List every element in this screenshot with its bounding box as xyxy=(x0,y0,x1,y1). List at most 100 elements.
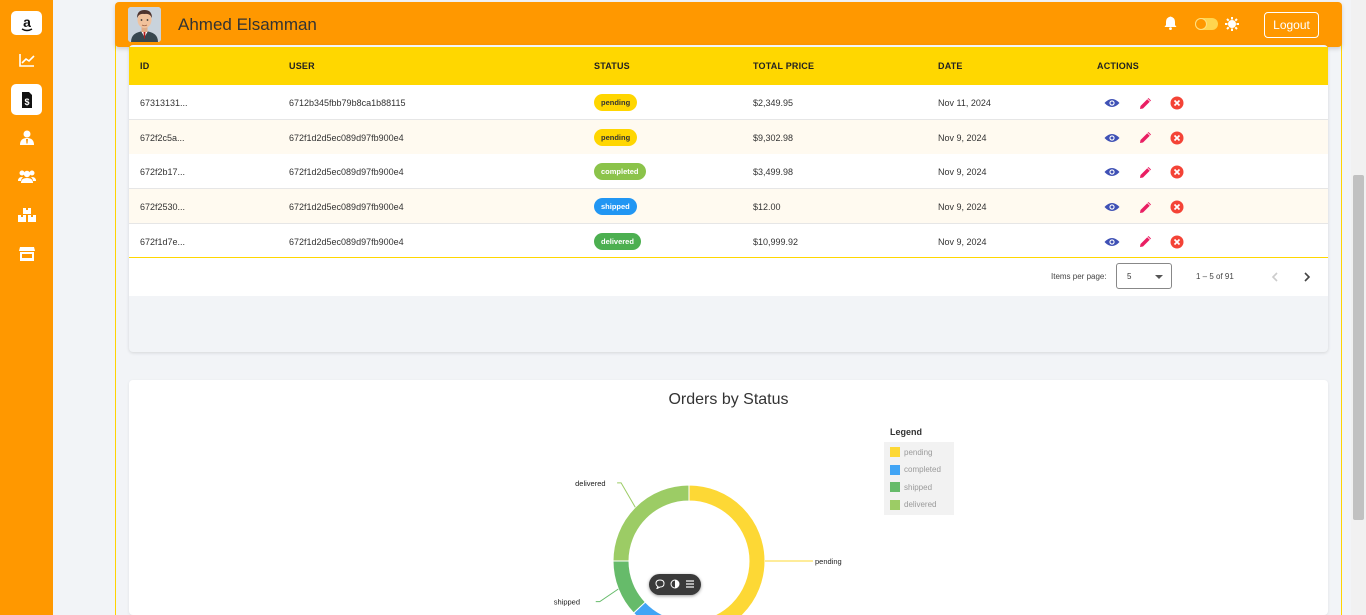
page-range-label: 1 – 5 of 91 xyxy=(1196,272,1234,281)
delete-button[interactable] xyxy=(1169,130,1185,146)
delete-button[interactable] xyxy=(1169,234,1185,250)
delete-button[interactable] xyxy=(1169,95,1185,111)
view-button[interactable] xyxy=(1104,130,1120,146)
close-circle-icon xyxy=(1170,96,1184,110)
table-row[interactable]: 672f2530... 672f1d2d5ec089d97fb900e4 shipp… xyxy=(129,189,1328,225)
legend-item[interactable]: shipped xyxy=(890,482,932,492)
svg-text:a: a xyxy=(23,14,31,30)
legend-item[interactable]: completed xyxy=(890,464,941,475)
theme-toggle[interactable] xyxy=(1195,18,1218,30)
cell-user-id: 672f1d2d5ec089d97fb900e4 xyxy=(289,202,404,213)
column-header-id[interactable]: ID xyxy=(140,61,149,71)
delete-button[interactable] xyxy=(1169,199,1185,215)
sidebar-item-store[interactable] xyxy=(11,238,42,269)
top-header: Ahmed Elsamman Logout xyxy=(115,2,1342,47)
view-button[interactable] xyxy=(1104,95,1120,111)
table-header: ID USER STATUS TOTAL PRICE DATE ACTIONS xyxy=(129,47,1328,85)
view-button[interactable] xyxy=(1104,199,1120,215)
cell-total-price: $9,302.98 xyxy=(753,132,794,143)
sidebar-item-users[interactable] xyxy=(11,160,42,191)
edit-button[interactable] xyxy=(1137,164,1153,180)
table-row[interactable]: 672f1d7e... 672f1d2d5ec089d97fb900e4 deliv… xyxy=(129,223,1328,259)
previous-page-button[interactable] xyxy=(1266,268,1284,286)
sun-icon[interactable] xyxy=(1225,17,1239,36)
paginator: Items per page: 5 1 – 5 of 91 xyxy=(129,258,1328,296)
logout-button[interactable]: Logout xyxy=(1264,12,1319,38)
items-per-page-select[interactable]: 5 xyxy=(1116,263,1172,289)
toggle-knob xyxy=(1195,18,1207,30)
legend: pending completed shipped delivered xyxy=(884,442,954,515)
cell-user-id: 672f1d2d5ec089d97fb900e4 xyxy=(289,236,404,247)
column-header-status[interactable]: STATUS xyxy=(594,61,630,71)
view-button[interactable] xyxy=(1104,234,1120,250)
column-header-actions: ACTIONS xyxy=(1097,61,1139,71)
cell-total-price: $2,349.95 xyxy=(753,98,794,108)
page-scrollbar[interactable] xyxy=(1351,0,1366,615)
cell-user-id: 6712b345fbb79b8ca1b88115 xyxy=(289,98,406,108)
eye-icon xyxy=(1104,133,1120,142)
edit-button[interactable] xyxy=(1137,234,1153,250)
pencil-icon xyxy=(1139,97,1151,109)
amazon-logo[interactable]: a xyxy=(11,11,42,35)
boxes-icon xyxy=(17,207,36,222)
next-page-button[interactable] xyxy=(1298,268,1316,286)
cell-date: Nov 9, 2024 xyxy=(938,132,987,143)
table-row[interactable]: 672f2b17... 672f1d2d5ec089d97fb900e4 compl… xyxy=(129,154,1328,190)
list-icon[interactable] xyxy=(685,579,695,589)
sidebar-item-orders[interactable]: $ xyxy=(11,84,42,115)
cell-date: Nov 9, 2024 xyxy=(938,202,987,213)
sidebar-item-admins[interactable] xyxy=(11,122,42,153)
frame-border-left xyxy=(115,40,116,615)
cell-total-price: $10,999.92 xyxy=(753,236,799,247)
donut-slice-shipped[interactable] xyxy=(612,560,646,614)
cell-order-id: 672f2b17... xyxy=(140,167,186,178)
svg-text:$: $ xyxy=(24,97,29,107)
cell-order-id: 672f2c5a... xyxy=(140,132,185,143)
legend-item[interactable]: pending xyxy=(890,447,932,457)
edit-button[interactable] xyxy=(1137,199,1153,215)
view-button[interactable] xyxy=(1104,164,1120,180)
sidebar-item-analytics[interactable] xyxy=(11,44,42,75)
user-tie-icon xyxy=(19,130,34,145)
pencil-icon xyxy=(1139,201,1151,213)
chevron-right-icon xyxy=(1304,272,1311,282)
frame-border-right xyxy=(1341,40,1342,615)
contrast-icon[interactable] xyxy=(670,579,680,589)
slice-label-shipped: shipped xyxy=(554,598,580,607)
scrollbar-thumb[interactable] xyxy=(1353,175,1364,520)
avatar[interactable] xyxy=(128,7,161,42)
cell-date: Nov 11, 2024 xyxy=(938,98,991,108)
chart-line-icon xyxy=(18,53,35,67)
delete-button[interactable] xyxy=(1169,164,1185,180)
pencil-icon xyxy=(1139,236,1151,248)
invoice-dollar-icon: $ xyxy=(21,91,32,108)
bell-icon[interactable] xyxy=(1164,16,1177,35)
users-icon xyxy=(17,170,36,183)
table-row[interactable]: 672f2c5a... 672f1d2d5ec089d97fb900e4 pendi… xyxy=(129,119,1328,155)
cell-total-price: $3,499.98 xyxy=(753,167,794,178)
edit-button[interactable] xyxy=(1137,95,1153,111)
legend-item[interactable]: delivered xyxy=(890,499,936,510)
status-badge: pending xyxy=(594,128,638,146)
orders-by-status-card: Orders by Status pending shipped delivered… xyxy=(129,380,1328,615)
edit-button[interactable] xyxy=(1137,130,1153,146)
pencil-icon xyxy=(1139,132,1151,144)
legend-label: pending xyxy=(904,447,933,457)
donut-slice-pending[interactable] xyxy=(688,484,766,615)
legend-swatch xyxy=(890,482,900,492)
column-header-user[interactable]: USER xyxy=(289,61,315,71)
items-per-page-value: 5 xyxy=(1127,272,1132,281)
comment-icon[interactable] xyxy=(655,579,665,589)
column-header-total-price[interactable]: TOTAL PRICE xyxy=(753,61,814,71)
column-header-date[interactable]: DATE xyxy=(938,61,963,71)
slice-label-pending: pending xyxy=(815,557,842,566)
table-row[interactable]: 67313131... 6712b345fbb79b8ca1b88115 pendi… xyxy=(129,85,1328,120)
legend-title: Legend xyxy=(890,427,923,437)
leader-line-delivered xyxy=(617,482,636,508)
status-badge: completed xyxy=(594,163,646,181)
sidebar-item-products[interactable] xyxy=(11,199,42,230)
donut-slice-delivered[interactable] xyxy=(612,484,690,562)
chevron-left-icon xyxy=(1271,272,1278,282)
status-badge: shipped xyxy=(594,198,637,216)
legend-label: completed xyxy=(904,465,941,474)
